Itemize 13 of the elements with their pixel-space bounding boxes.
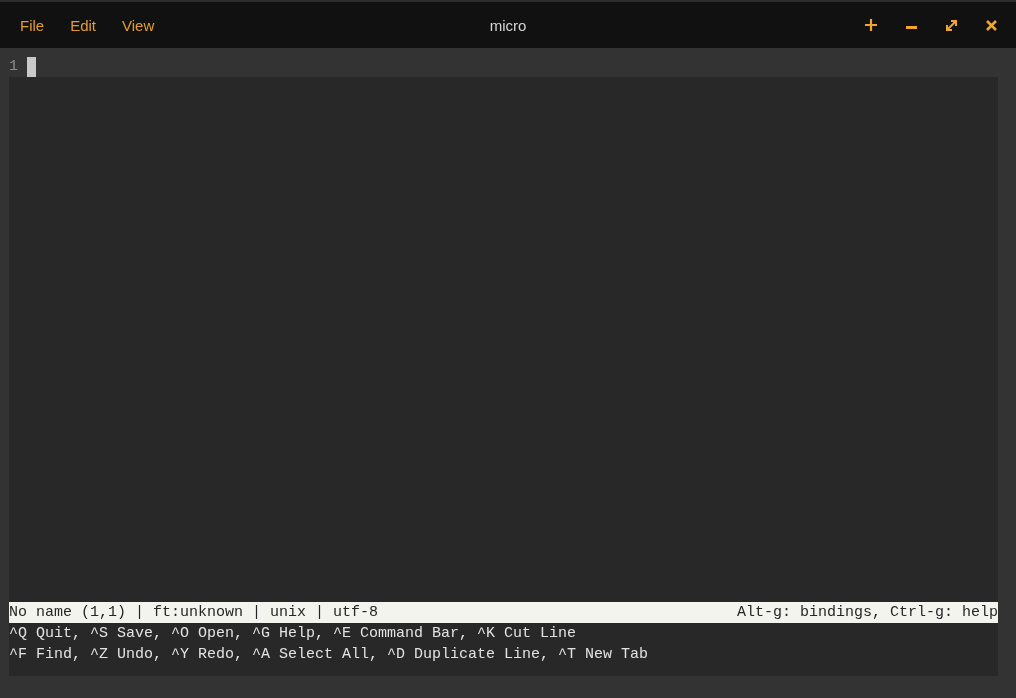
text-cursor-icon	[27, 57, 36, 77]
window-title: micro	[489, 16, 527, 34]
menu-item[interactable]: File	[20, 16, 45, 34]
plus-icon[interactable]	[865, 19, 877, 31]
menu-item[interactable]: View	[122, 16, 155, 34]
file-status-text: No name (1,1) | ft:unknown | unix | utf-8	[9, 603, 379, 623]
shortcut-help-text: ^Q Quit, ^S Save, ^O Open, ^G Help, ^E Command Bar, ^K Cut Line	[9, 624, 578, 644]
menu-item[interactable]: Edit	[70, 16, 97, 34]
shortcut-help-text: ^F Find, ^Z Undo, ^Y Redo, ^A Select All, ^D Duplicate Line, ^T New Tab	[9, 645, 650, 665]
close-icon[interactable]	[986, 19, 997, 31]
maximize-icon[interactable]	[946, 19, 957, 31]
keybinding-hint-text: Alt-g: bindings, Ctrl-g: help	[736, 603, 998, 623]
line-number: 1	[9, 57, 19, 77]
